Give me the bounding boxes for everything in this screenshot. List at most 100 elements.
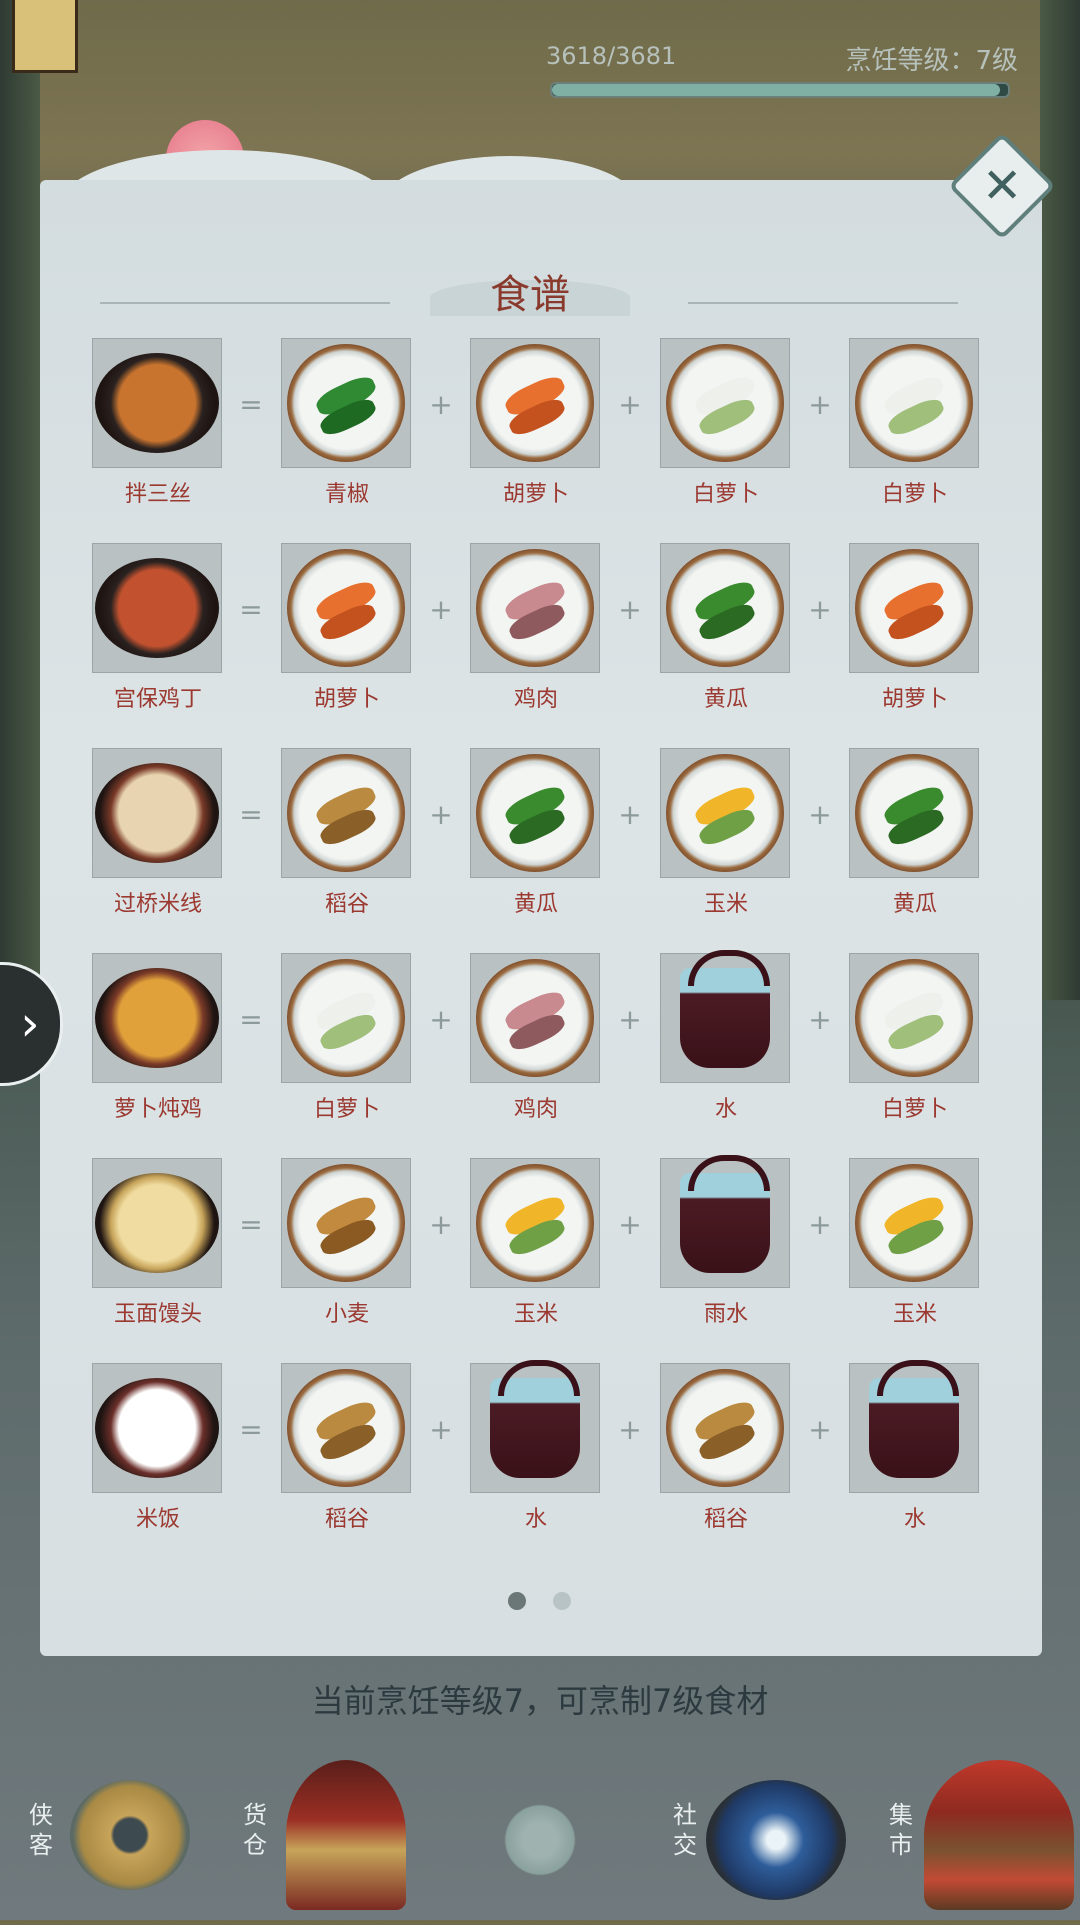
dish-label: 萝卜炖鸡 [113,1097,202,1122]
ingredient-label: 白萝卜 [881,1097,948,1122]
compass-star-icon [455,1755,625,1925]
ingredient-cell[interactable]: 胡萝卜 [470,338,602,508]
equals-sign: = [239,798,263,831]
ingredient-cell[interactable]: 青椒 [281,338,413,508]
nav-item-xiake[interactable]: 侠客 [20,1740,200,1920]
dish-icon [92,1363,222,1493]
dish-cell[interactable]: 过桥米线 [92,748,224,918]
ingredient-cell[interactable]: 胡萝卜 [281,543,413,713]
dish-cell[interactable]: 玉面馒头 [92,1158,224,1328]
plus-sign: + [808,388,832,421]
ingredient-cell[interactable]: 雨水 [660,1155,792,1328]
ingredient-label: 稻谷 [324,892,369,917]
nav-item-jishi[interactable]: 集市 [884,1740,1074,1920]
dish-cell[interactable]: 萝卜炖鸡 [92,953,224,1123]
ingredient-cell[interactable]: 黄瓜 [660,543,792,713]
ingredient-cell[interactable]: 玉米 [849,1158,981,1328]
plus-sign: + [429,1003,453,1036]
nav-item-shejiao[interactable]: 社交 [666,1740,846,1920]
ingredient-label: 黄瓜 [892,892,937,917]
ingredient-cell[interactable]: 胡萝卜 [849,543,981,713]
ingredient-cell[interactable]: 黄瓜 [470,748,602,918]
plus-sign: + [808,1208,832,1241]
ingredient-icon [470,748,600,878]
dish-cell[interactable]: 宫保鸡丁 [92,543,224,713]
ingredient-cell[interactable]: 鸡肉 [470,543,602,713]
page-dot-1[interactable] [508,1592,526,1610]
recipe-row: 米饭 = + + + 稻谷 水 稻谷 水 [92,1360,1012,1568]
ingredient-cell[interactable]: 稻谷 [281,1363,413,1533]
ingredient-cell[interactable]: 小麦 [281,1158,413,1328]
ingredient-cell[interactable]: 白萝卜 [849,338,981,508]
dish-image [93,1364,221,1492]
nav-label: 货仓 [243,1801,267,1859]
dish-cell[interactable]: 拌三丝 [92,338,224,508]
dish-icon [92,543,222,673]
plate-icon [476,754,594,872]
ingredient-icon [849,1158,979,1288]
ingredient-cell[interactable]: 白萝卜 [849,953,981,1123]
background-wall-left [0,0,40,1000]
ingredient-label: 黄瓜 [703,687,748,712]
plus-sign: + [618,1413,642,1446]
ingredient-icon [281,1158,411,1288]
ingredient-label: 玉米 [703,892,748,917]
ingredient-cell[interactable]: 白萝卜 [660,338,792,508]
ingredient-cell[interactable]: 玉米 [660,748,792,918]
ingredient-cell[interactable]: 玉米 [470,1158,602,1328]
nav-item-huocang[interactable]: 货仓 [236,1740,416,1920]
ingredient-label: 胡萝卜 [502,482,569,507]
plate-icon [666,344,784,462]
ingredient-label: 水 [903,1507,926,1532]
ingredient-label: 鸡肉 [513,1097,558,1122]
ingredient-icon [281,338,411,468]
ingredient-cell[interactable]: 水 [660,950,792,1123]
nav-label: 侠客 [29,1801,53,1859]
bowl-shape [95,1173,219,1273]
recipe-row: 宫保鸡丁 = + + + 胡萝卜 鸡肉 黄瓜 胡萝卜 [92,543,1012,748]
ingredient-cell[interactable]: 稻谷 [281,748,413,918]
ingredient-icon [470,953,600,1083]
market-stall-icon [924,1760,1074,1910]
dish-icon [92,953,222,1083]
ingredient-cell[interactable]: 稻谷 [660,1363,792,1533]
nav-item-center[interactable] [455,1740,625,1925]
ingredient-label: 白萝卜 [313,1097,380,1122]
recipe-row: 玉面馒头 = + + + 小麦 玉米 雨水 玉米 [92,1155,1012,1363]
plus-sign: + [808,593,832,626]
nav-label: 集市 [889,1801,913,1859]
bucket-icon [869,1360,959,1478]
ingredient-label: 水 [524,1507,547,1532]
recipe-row: 拌三丝 = + + + 青椒 胡萝卜 白萝卜 白萝卜 [92,338,1012,543]
wave-icon [706,1780,846,1900]
plate-icon [666,754,784,872]
plate-icon [287,549,405,667]
recipe-row: 过桥米线 = + + + 稻谷 黄瓜 玉米 黄瓜 [92,748,1012,953]
ingredient-label: 白萝卜 [881,482,948,507]
page-indicator [508,1592,593,1614]
ingredient-cell[interactable]: 水 [470,1360,602,1533]
equals-sign: = [239,593,263,626]
plate-icon [287,1164,405,1282]
plus-sign: + [429,593,453,626]
ingredient-icon [849,1360,979,1493]
ingredient-label: 鸡肉 [513,687,558,712]
ingredient-icon [660,1155,790,1288]
ingredient-icon [470,1360,600,1493]
ingredient-cell[interactable]: 水 [849,1360,981,1533]
plus-sign: + [429,388,453,421]
ingredient-cell[interactable]: 白萝卜 [281,953,413,1123]
dish-icon [92,338,222,468]
cooking-progress-bar: 3618/3681 烹饪等级：7级 [0,30,1080,110]
plate-icon [666,1369,784,1487]
page-dot-2[interactable] [553,1592,572,1610]
dish-cell[interactable]: 米饭 [92,1363,224,1533]
ingredient-label: 稻谷 [324,1507,369,1532]
experience-track [550,82,1010,98]
ingredient-cell[interactable]: 鸡肉 [470,953,602,1123]
plate-icon [476,549,594,667]
plate-icon [287,344,405,462]
ingredient-cell[interactable]: 黄瓜 [849,748,981,918]
bucket-icon [680,1155,770,1273]
ingredient-label: 玉米 [892,1302,937,1327]
